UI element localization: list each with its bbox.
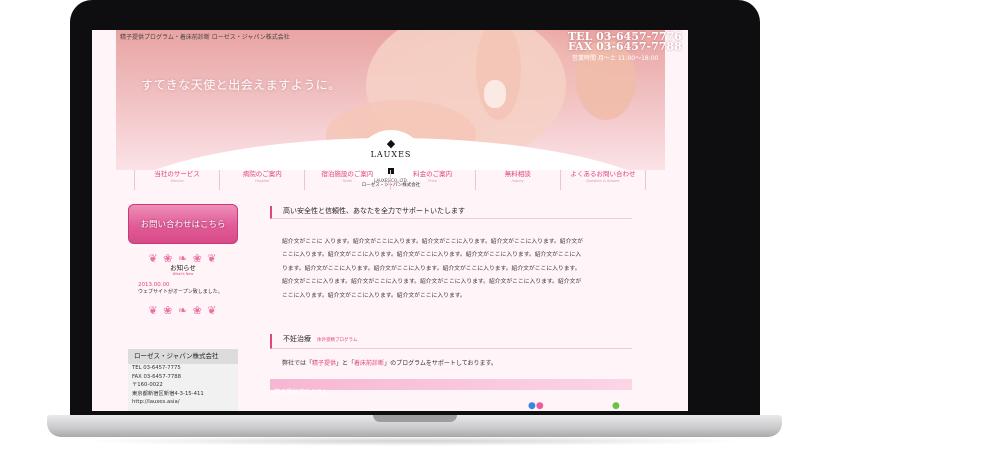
nav-sublabel: Inquiry: [511, 179, 524, 183]
nav-label: 当社のサービス: [154, 170, 200, 178]
company-url[interactable]: http://lauxes.asia/: [128, 398, 238, 407]
intro-text: 紹介文がここに 入ります。紹介文がここに入ります。紹介文がここに入ります。紹介文…: [270, 236, 622, 303]
section-heading-text: 不妊治療: [283, 335, 311, 343]
main-content: 高い安全性と信頼性、あなたを全力でサポートいたします 紹介文がここに 入ります。…: [270, 206, 632, 411]
main-heading: 高い安全性と信頼性、あなたを全力でサポートいたします: [270, 206, 632, 219]
fax-number: FAX 03-6457-7788: [568, 40, 682, 53]
company-info: ローゼス・ジャパン株式会社 TEL 03-6457-7775 FAX 03-64…: [128, 349, 238, 411]
contact-button[interactable]: お問い合わせはこちら: [128, 204, 238, 244]
news-box: ❦ ❀ ❧ ❀ ❦ お知らせ What's New 2013.00.00 ウェブ…: [128, 250, 238, 342]
program-bar-label: 精子提供プログラム: [274, 389, 328, 396]
news-subtitle: What's New: [172, 272, 194, 276]
nav-sublabel: Hospital: [255, 179, 270, 183]
section-heading-sub: 体外受精プログラム: [317, 338, 358, 343]
logo-name: LAUXES: [370, 150, 412, 159]
program-bar: 精子提供プログラム: [270, 379, 632, 396]
green-dot-icon: ●: [612, 401, 620, 411]
business-hours: 営業時間 月〜土 11:00〜18:00: [572, 55, 659, 62]
phone-numbers: TEL 03-6457-7776 FAX 03-6457-7788: [568, 31, 682, 53]
nav-sublabel: Price: [428, 179, 437, 183]
link-pgd[interactable]: 着床前診断: [354, 360, 384, 367]
company-address: 東京都新宿区新宿4-3-15-411: [132, 390, 204, 397]
company-tel: TEL 03-6457-7775: [132, 365, 181, 371]
link-sperm-donation[interactable]: 精子提供: [312, 360, 336, 367]
nav-item-inquiry[interactable]: 無料相談 Inquiry: [474, 170, 560, 190]
intro-line: 紹介文がここに 入ります。紹介文がここに入ります。紹介文がここに入ります。紹介文…: [282, 239, 583, 245]
nav-sublabel: Service: [170, 179, 184, 183]
nav-item-hospital[interactable]: 病院のご案内 Hospital: [219, 170, 304, 190]
news-title: お知らせ: [170, 264, 196, 272]
program-text: 弊社では「精子提供」と「着床前診断」のプログラムをサポートしております。: [282, 358, 497, 367]
intro-line: ここに入ります。紹介文がここに入ります。紹介文がここに入ります。: [282, 292, 466, 299]
company-fax: FAX 03-6457-7788: [132, 373, 182, 380]
site-top-text: 精子提供プログラム・着床前診断 ローゼス・ジャパン株式会社: [120, 34, 290, 41]
pink-dot-icon: ●: [535, 401, 544, 411]
program-text-part: 」のプログラムをサポートしております。: [384, 360, 497, 367]
program-text-part: 」と「: [336, 360, 355, 367]
program-text-part: 弊社では「: [282, 360, 313, 367]
nav-item-hotel[interactable]: 宿泊施設のご案内 Hotel: [304, 170, 389, 190]
sidebar: お問い合わせはこちら ❦ ❀ ❧ ❀ ❦ お知らせ What's New 201…: [128, 204, 238, 411]
section-heading: 不妊治療 体外受精プログラム: [270, 334, 632, 349]
website: 精子提供プログラム・着床前診断 ローゼス・ジャパン株式会社 TEL 03-645…: [92, 30, 688, 411]
intro-line: 紹介文がここに入ります。紹介文がここに入ります。紹介文がここに入ります。紹介文が…: [282, 279, 582, 286]
laptop-screen: 精子提供プログラム・着床前診断 ローゼス・ジャパン株式会社 TEL 03-645…: [92, 30, 688, 411]
contact-button-label: お問い合わせはこちら: [140, 220, 226, 230]
nav-sublabel: Question & Answer: [586, 179, 620, 183]
company-zip: 〒160-0022: [132, 382, 163, 388]
main-nav: 当社のサービス Service 病院のご案内 Hospital 宿泊施設のご案内…: [134, 170, 647, 190]
nav-label: 料金のご案内: [413, 170, 453, 178]
blue-dot-icon: ●: [528, 401, 536, 411]
hero-tagline: すてきな天使と出会えますように。: [141, 78, 341, 92]
intro-line: ります。紹介文がここに入ります。紹介文がここに入ります。紹介文がここに入ります。…: [282, 265, 581, 272]
company-name: ローゼス・ジャパン株式会社: [128, 349, 238, 364]
ornament-bottom-icon: ❦ ❀ ❧ ❀ ❦: [148, 304, 218, 317]
laptop-notch: [373, 415, 457, 422]
nav-item-service[interactable]: 当社のサービス Service: [134, 170, 219, 190]
color-dots: ●● ●: [528, 401, 620, 411]
nav-label: 無料相談: [504, 170, 531, 178]
nav-sublabel: Hotel: [342, 179, 353, 183]
nav-label: 病院のご案内: [242, 170, 282, 178]
nav-label: よくあるお問い合わせ: [570, 170, 636, 178]
logo-mark-icon: ◆: [386, 137, 396, 150]
nav-label: 宿泊施設のご案内: [321, 170, 374, 178]
news-text[interactable]: ウェブサイトがオープン致しました。: [128, 289, 238, 296]
news-date: 2013.00.00: [138, 282, 170, 288]
nav-item-price[interactable]: 料金のご案内 Price: [389, 170, 475, 190]
intro-line: ここに入ります。紹介文がここに入ります。紹介文がここに入ります。紹介文がここに入…: [282, 252, 582, 259]
laptop-shadow: [77, 436, 752, 446]
nav-item-faq[interactable]: よくあるお問い合わせ Question & Answer: [559, 170, 647, 190]
